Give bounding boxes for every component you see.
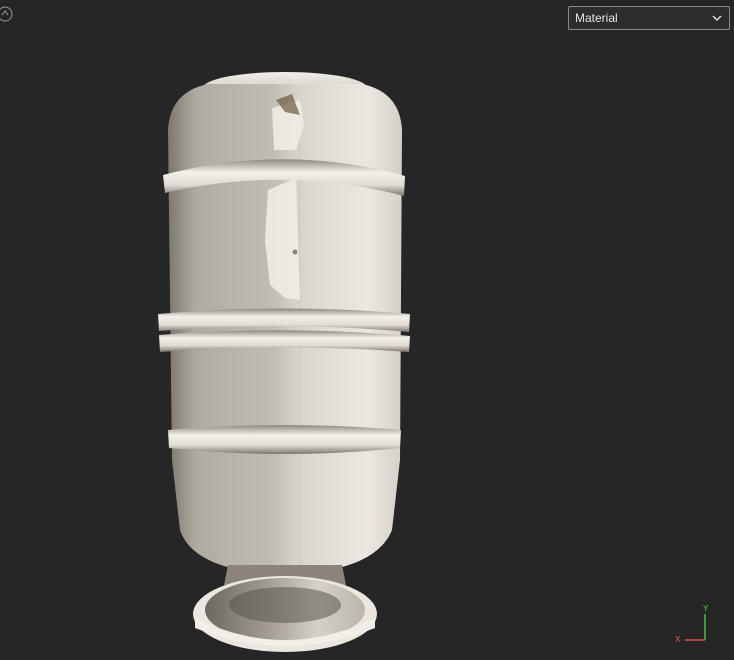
axis-x-label: X: [675, 635, 681, 644]
view-mode-value: Material: [575, 11, 618, 25]
model-ring-lower: [168, 425, 401, 454]
orbit-camera-icon[interactable]: [0, 4, 14, 24]
axis-y-label: Y: [703, 604, 709, 613]
axis-gizmo: Y X: [672, 604, 712, 646]
chevron-down-icon: [711, 12, 723, 24]
view-mode-dropdown[interactable]: Material: [568, 6, 730, 30]
model-foot: [193, 565, 377, 652]
3d-viewport[interactable]: [0, 0, 734, 660]
